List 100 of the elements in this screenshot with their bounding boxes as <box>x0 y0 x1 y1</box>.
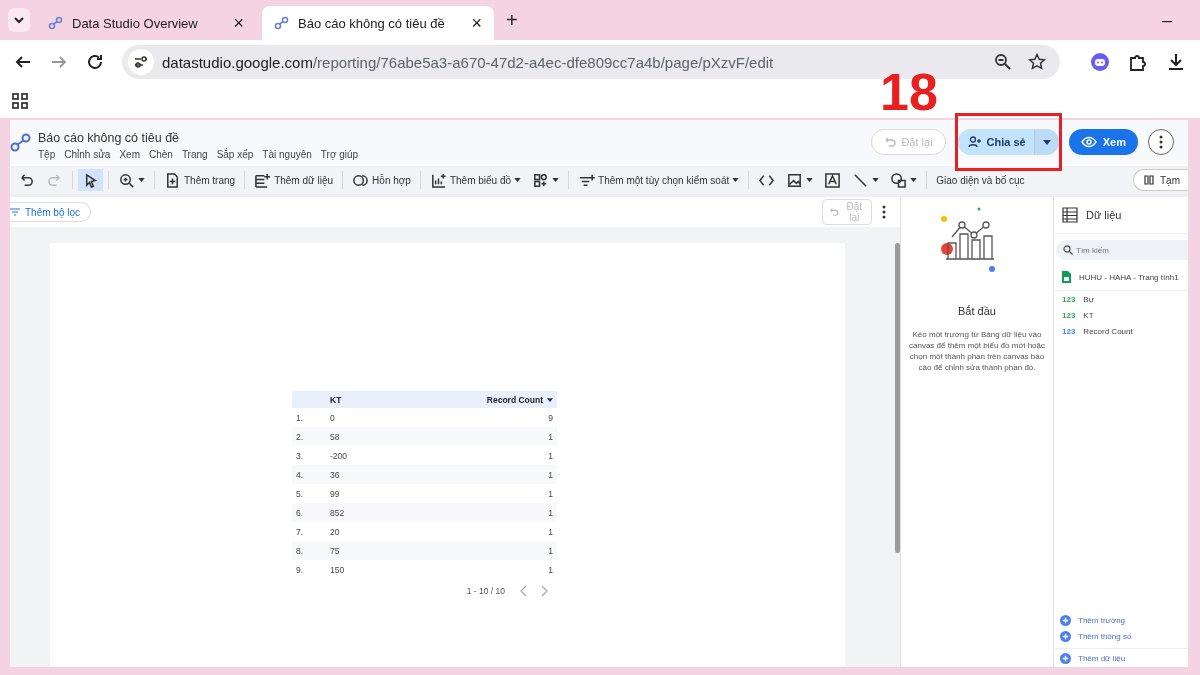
menu-item[interactable]: Chỉnh sửa <box>64 148 111 160</box>
add-link[interactable]: Thêm dữ liệu <box>1078 653 1126 663</box>
toolbar-button[interactable]: Thêm một tùy chọn kiểm soát <box>574 169 744 191</box>
plus-circle-icon <box>1060 630 1071 642</box>
toolbar-button[interactable]: Thêm biểu đồ <box>425 169 526 191</box>
table-cell-text: 1 <box>547 488 554 499</box>
caret-icon <box>910 178 918 182</box>
row-number: 1. <box>295 412 305 423</box>
plus-circle-icon <box>1060 614 1071 626</box>
table-cell-text: 75 <box>330 545 341 556</box>
row-number: 4. <box>295 469 305 480</box>
kebab-icon[interactable] <box>882 205 886 219</box>
table-cell-text: 150 <box>330 564 346 575</box>
chevron-down-icon <box>13 14 25 26</box>
data-source-name[interactable]: HUHU - HAHA - Trang tính1 <box>1079 272 1179 282</box>
more-options-button[interactable] <box>1148 129 1174 155</box>
undo-icon <box>829 208 839 216</box>
new-tab-button[interactable]: + <box>506 8 518 32</box>
toolbar-button[interactable]: Hỗn hợp <box>348 169 415 191</box>
row-number: 8. <box>295 545 305 556</box>
shapes-plus-icon <box>532 171 550 189</box>
caret-icon <box>732 178 740 182</box>
menu-item[interactable]: Sắp xếp <box>216 148 254 160</box>
minimize-button[interactable]: – <box>1162 9 1172 31</box>
field-name[interactable]: KT <box>1083 310 1094 320</box>
caret-icon <box>806 178 814 182</box>
row-number: 9. <box>295 564 305 575</box>
table-cell-text: 1 <box>547 469 554 480</box>
row-number: 7. <box>295 526 305 537</box>
table-cell-text: 36 <box>330 469 341 480</box>
add-link[interactable]: Thêm thông số <box>1078 631 1132 641</box>
menu-item[interactable]: Trợ giúp <box>320 148 359 160</box>
table-cell-text: 20 <box>330 526 341 537</box>
table-cell-text: 1 <box>547 545 554 556</box>
zoom-out-icon[interactable] <box>994 53 1012 71</box>
toolbar-button[interactable] <box>78 169 103 191</box>
page-plus-icon <box>164 171 181 189</box>
tab-title: Báo cáo không có tiêu đề <box>298 15 446 31</box>
star-icon[interactable] <box>1028 53 1046 71</box>
add-link[interactable]: Thêm trường <box>1078 615 1126 625</box>
caret-icon <box>552 178 560 182</box>
column-header[interactable]: KT <box>330 394 453 405</box>
table-cell-text: 1 <box>547 507 554 518</box>
add-filter-button[interactable]: Thêm bộ lọc <box>10 202 92 222</box>
table-cell-text: 1 <box>547 526 554 537</box>
column-header[interactable]: Record Count <box>453 394 557 405</box>
row-number: 6. <box>295 507 305 518</box>
undo-icon <box>884 137 897 147</box>
table-cell-text: 99 <box>330 488 341 499</box>
menu-item[interactable]: Tài nguyên <box>262 148 312 160</box>
field-name[interactable]: Record Count <box>1083 326 1133 336</box>
panel-title: Dữ liệu <box>1086 209 1122 221</box>
image-icon <box>786 171 804 189</box>
spreadsheet-icon <box>1062 271 1071 283</box>
menu-item[interactable]: Chèn <box>148 148 173 160</box>
reload-icon[interactable] <box>86 53 104 71</box>
kebab-icon <box>1159 135 1163 149</box>
sort-caret-icon <box>547 397 553 402</box>
add-person-icon <box>967 136 982 148</box>
site-settings-icon <box>128 49 154 75</box>
logo-icon <box>10 131 32 153</box>
field-type: 123 <box>1062 310 1076 320</box>
share-dropdown-button[interactable] <box>1033 129 1059 155</box>
plus-circle-icon <box>1060 652 1071 664</box>
field-name[interactable]: Bự <box>1083 294 1095 304</box>
row-number: 3. <box>295 450 305 461</box>
browser-tab[interactable]: Data Studio Overview × <box>36 6 256 40</box>
search-field[interactable]: Tìm kiếm <box>1056 240 1188 260</box>
toolbar-button[interactable]: Giao diện và bố cục <box>932 169 1029 191</box>
menu-item[interactable]: Tệp <box>38 148 56 160</box>
close-tab-button[interactable]: × <box>471 12 482 34</box>
pause-button[interactable]: Tạm <box>1133 169 1188 191</box>
url-text: datastudio.google.com/reporting/76abe5a3-a670-47d2-a4ec-dfe809cc7a4b/page/pXzvF/edit <box>162 53 775 71</box>
filter-icon <box>10 208 20 216</box>
menu-item[interactable]: Trang <box>181 148 208 160</box>
field-type: 123 <box>1062 294 1076 304</box>
table-cell-text: 1 <box>547 431 554 442</box>
eye-icon <box>1080 136 1097 148</box>
puzzle-icon[interactable] <box>1128 52 1148 72</box>
download-icon[interactable] <box>1166 52 1186 72</box>
toolbar-button[interactable]: Thêm trang <box>160 169 240 191</box>
columns-icon <box>1144 175 1154 185</box>
caret-icon <box>872 178 880 182</box>
menu-item[interactable]: Xem <box>119 148 140 160</box>
tab-list-button[interactable] <box>8 8 30 32</box>
zoom-icon <box>118 171 135 189</box>
scrollbar[interactable] <box>895 243 900 553</box>
extension-icon[interactable] <box>1090 52 1110 72</box>
view-button[interactable]: Xem <box>1068 129 1138 155</box>
logo-icon <box>48 15 64 31</box>
close-tab-button[interactable]: × <box>233 12 244 34</box>
table-cell-text: 1 <box>547 564 554 575</box>
apps-grid-icon[interactable] <box>12 93 28 109</box>
logo-icon <box>274 15 290 31</box>
toolbar-button[interactable]: Thêm dữ liệu <box>250 169 338 191</box>
report-title[interactable]: Báo cáo không có tiêu đề <box>38 130 359 145</box>
browser-tab[interactable]: Báo cáo không có tiêu đề × <box>262 6 494 40</box>
text-box-icon <box>824 171 842 189</box>
panel-title: Bắt đầu <box>958 305 996 317</box>
pagination-text: 1 - 10 / 10 <box>466 586 505 596</box>
